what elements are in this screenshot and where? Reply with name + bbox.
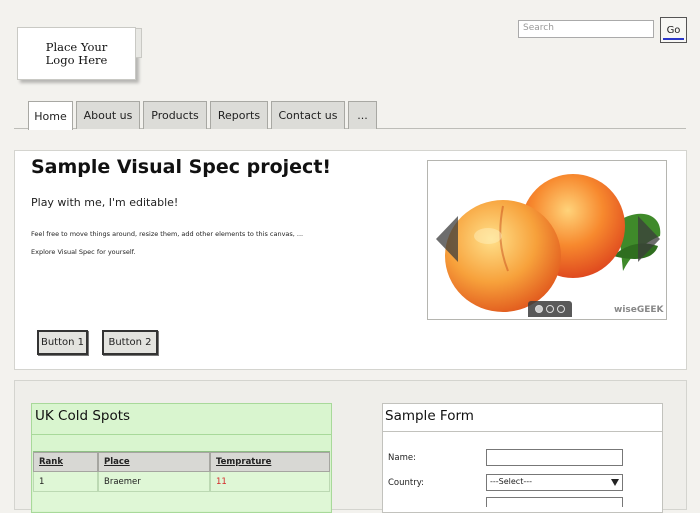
explore-text: Explore Visual Spec for yourself. bbox=[31, 248, 136, 256]
carousel-dot-2[interactable] bbox=[546, 305, 554, 313]
name-label: Name: bbox=[388, 453, 416, 463]
table-cell-place: Braemer bbox=[98, 472, 210, 492]
button-2-label: Button 2 bbox=[108, 337, 152, 348]
column-header-label: Place bbox=[104, 457, 130, 467]
country-selected-value: ---Select--- bbox=[490, 477, 532, 486]
button-1-label: Button 1 bbox=[40, 337, 85, 348]
cell-value: 1 bbox=[39, 476, 45, 487]
tab-about-us[interactable]: About us bbox=[76, 101, 140, 129]
search-input[interactable]: Search bbox=[518, 20, 654, 38]
tab-more[interactable]: ... bbox=[348, 101, 377, 129]
form-title: Sample Form bbox=[385, 408, 474, 424]
table-cell-rank: 1 bbox=[33, 472, 98, 492]
tab-label: Reports bbox=[217, 109, 261, 122]
image-carousel bbox=[427, 160, 667, 320]
column-header-label: Rank bbox=[39, 457, 63, 467]
carousel-indicators bbox=[528, 301, 572, 317]
tab-home[interactable]: Home bbox=[28, 101, 73, 130]
tab-label: Home bbox=[34, 109, 67, 123]
button-2[interactable]: Button 2 bbox=[102, 330, 158, 355]
button-1[interactable]: Button 1 bbox=[37, 330, 88, 355]
column-header-temperature[interactable]: Temprature bbox=[210, 452, 330, 472]
logo-tab-decoration bbox=[136, 28, 142, 58]
tab-products[interactable]: Products bbox=[143, 101, 207, 129]
logo-text: Place Your Logo Here bbox=[45, 39, 108, 67]
column-header-label: Temprature bbox=[216, 457, 272, 467]
cold-spots-title: UK Cold Spots bbox=[35, 408, 131, 424]
carousel-next-arrow-icon[interactable] bbox=[638, 216, 660, 262]
carousel-dot-1[interactable] bbox=[535, 305, 543, 313]
tab-contact-us[interactable]: Contact us bbox=[271, 101, 345, 129]
name-field[interactable] bbox=[486, 449, 623, 466]
form-divider bbox=[382, 431, 663, 432]
peaches-image bbox=[445, 174, 661, 312]
country-select[interactable]: ---Select--- bbox=[486, 474, 623, 491]
search-placeholder: Search bbox=[523, 23, 554, 33]
logo-placeholder: Place Your Logo Here bbox=[17, 27, 136, 80]
page-subtitle: Play with me, I'm editable! bbox=[31, 196, 179, 209]
page-title: Sample Visual Spec project! bbox=[31, 156, 332, 178]
carousel-dot-3[interactable] bbox=[557, 305, 565, 313]
tab-reports[interactable]: Reports bbox=[210, 101, 268, 129]
cold-spots-divider bbox=[31, 434, 332, 435]
intro-text: Feel free to move things around, resize … bbox=[31, 230, 304, 238]
column-header-place[interactable]: Place bbox=[98, 452, 210, 472]
tab-label: About us bbox=[83, 109, 133, 122]
go-button-label: Go bbox=[666, 24, 681, 36]
country-label: Country: bbox=[388, 478, 425, 488]
image-watermark: wiseGEEK bbox=[614, 305, 664, 315]
table-cell-temperature: 11 bbox=[210, 472, 330, 492]
cell-value: 11 bbox=[216, 476, 227, 487]
go-button[interactable]: Go bbox=[660, 17, 687, 43]
cell-value: Braemer bbox=[104, 476, 141, 487]
tab-label: ... bbox=[357, 109, 368, 122]
column-header-rank[interactable]: Rank bbox=[33, 452, 98, 472]
tab-label: Contact us bbox=[278, 109, 338, 122]
tab-label: Products bbox=[151, 109, 199, 122]
form-field-partial[interactable] bbox=[486, 497, 623, 507]
carousel-prev-arrow-icon[interactable] bbox=[436, 216, 458, 262]
